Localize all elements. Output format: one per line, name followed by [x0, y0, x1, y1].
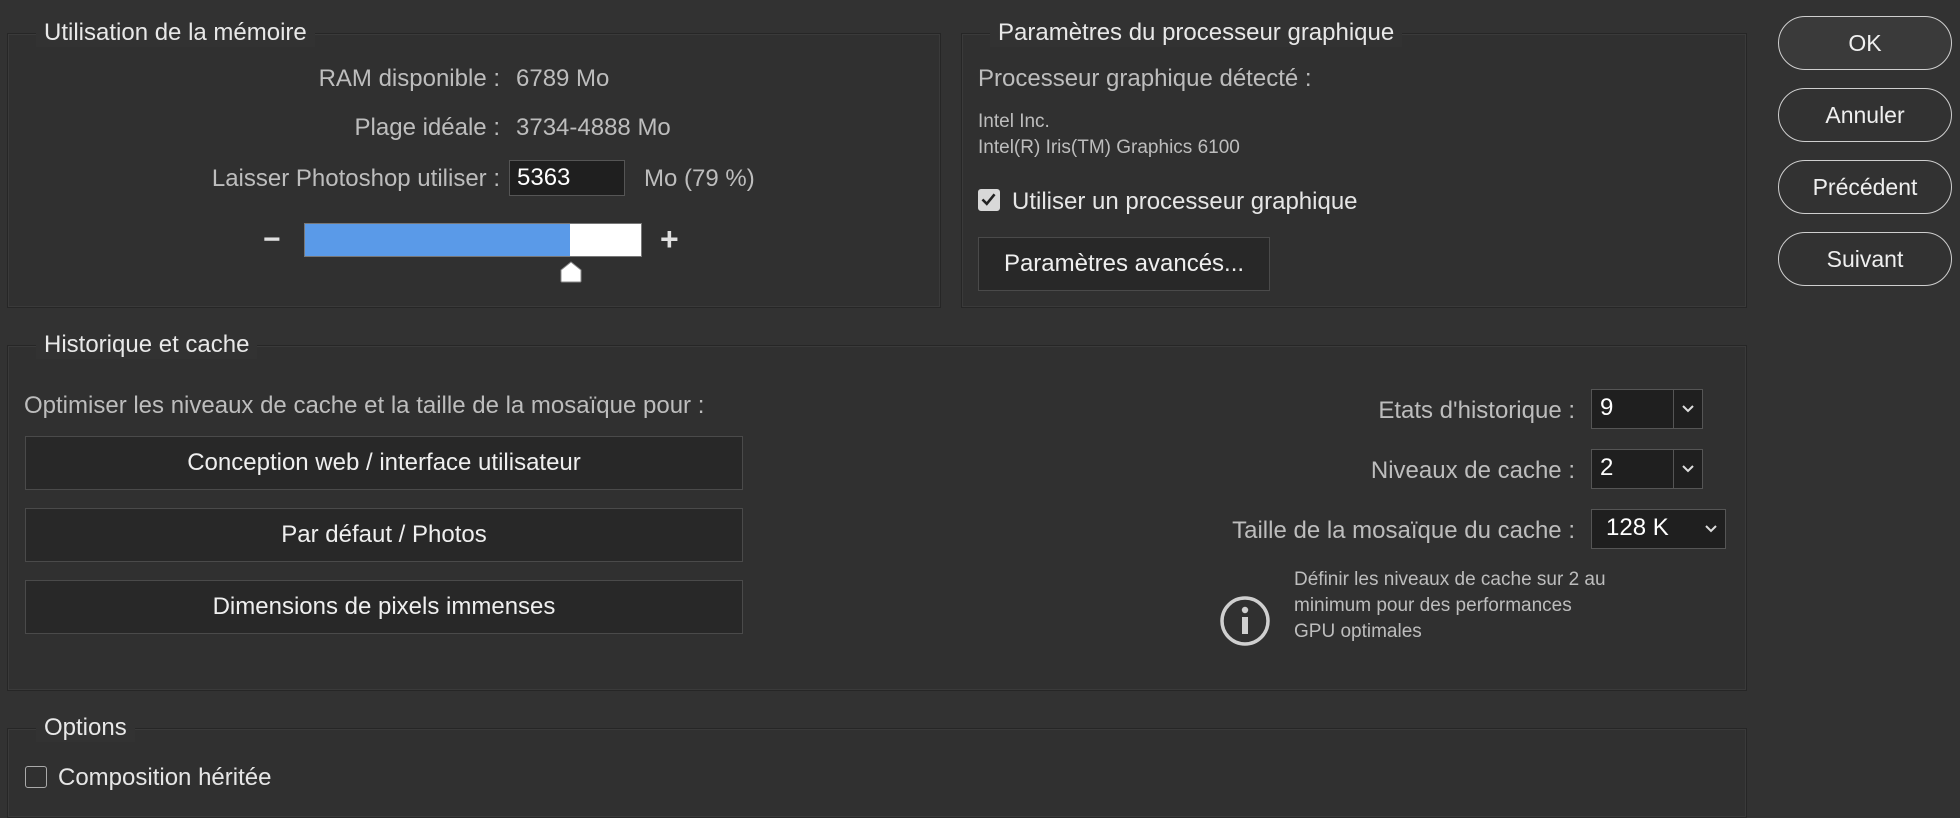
next-button[interactable]: Suivant	[1778, 232, 1952, 286]
ideal-range-value: 3734-4888 Mo	[516, 114, 671, 141]
ok-button[interactable]: OK	[1778, 16, 1952, 70]
legacy-compositing-checkbox[interactable]	[25, 766, 47, 788]
increase-memory-button[interactable]: +	[660, 221, 679, 258]
memory-amount-input[interactable]	[509, 160, 625, 196]
cache-levels-combo[interactable]: 2	[1591, 449, 1703, 489]
memory-slider-fill	[305, 224, 571, 256]
chevron-down-icon	[1682, 465, 1694, 473]
cache-levels-label: Niveaux de cache :	[1370, 457, 1575, 484]
chevron-down-icon	[1682, 405, 1694, 413]
optimize-cache-label: Optimiser les niveaux de cache et la tai…	[24, 392, 705, 419]
legacy-compositing-label: Composition héritée	[58, 764, 272, 791]
ideal-range-label: Plage idéale :	[354, 114, 500, 141]
ram-available-label: RAM disponible :	[318, 65, 500, 92]
options-title: Options	[36, 714, 135, 742]
check-icon	[981, 193, 996, 206]
use-gpu-label: Utiliser un processeur graphique	[1012, 188, 1358, 215]
chevron-down-icon	[1705, 525, 1717, 533]
preset-default-photos-button[interactable]: Par défaut / Photos	[25, 508, 743, 562]
cache-tile-size-dropdown[interactable]	[1697, 510, 1725, 548]
memory-slider-track[interactable]	[304, 223, 642, 257]
cancel-button[interactable]: Annuler	[1778, 88, 1952, 142]
info-text-line-1: Définir les niveaux de cache sur 2 au	[1294, 569, 1606, 590]
gpu-settings-title: Paramètres du processeur graphique	[990, 19, 1403, 47]
history-cache-title: Historique et cache	[36, 331, 258, 359]
previous-button[interactable]: Précédent	[1778, 160, 1952, 214]
preset-web-ui-button[interactable]: Conception web / interface utilisateur	[25, 436, 743, 490]
memory-usage-title: Utilisation de la mémoire	[36, 19, 315, 47]
cache-tile-size-select[interactable]: 128 K	[1591, 509, 1726, 549]
gpu-detected-label: Processeur graphique détecté :	[978, 65, 1312, 92]
preset-huge-pixels-button[interactable]: Dimensions de pixels immenses	[25, 580, 743, 634]
history-states-value[interactable]: 9	[1592, 390, 1673, 428]
memory-percent-suffix: Mo (79 %)	[644, 165, 755, 192]
use-gpu-checkbox[interactable]	[978, 189, 1000, 211]
info-icon	[1220, 596, 1270, 646]
cache-tile-size-label: Taille de la mosaïque du cache :	[1232, 517, 1575, 544]
info-text-line-2: minimum pour des performances	[1294, 595, 1572, 616]
allow-photoshop-label: Laisser Photoshop utiliser :	[211, 165, 500, 192]
cache-levels-value[interactable]: 2	[1592, 450, 1673, 488]
slider-thumb-icon[interactable]	[558, 261, 584, 283]
decrease-memory-button[interactable]: −	[263, 223, 281, 257]
history-states-label: Etats d'historique :	[1378, 397, 1575, 424]
gpu-vendor: Intel Inc.	[978, 111, 1050, 132]
info-text-line-3: GPU optimales	[1294, 621, 1422, 642]
advanced-settings-button[interactable]: Paramètres avancés...	[978, 237, 1270, 291]
history-states-combo[interactable]: 9	[1591, 389, 1703, 429]
history-states-dropdown[interactable]	[1673, 390, 1702, 428]
cache-tile-size-value[interactable]: 128 K	[1592, 510, 1697, 548]
cache-levels-dropdown[interactable]	[1673, 450, 1702, 488]
ram-available-value: 6789 Mo	[516, 65, 610, 92]
gpu-model: Intel(R) Iris(TM) Graphics 6100	[978, 137, 1240, 158]
